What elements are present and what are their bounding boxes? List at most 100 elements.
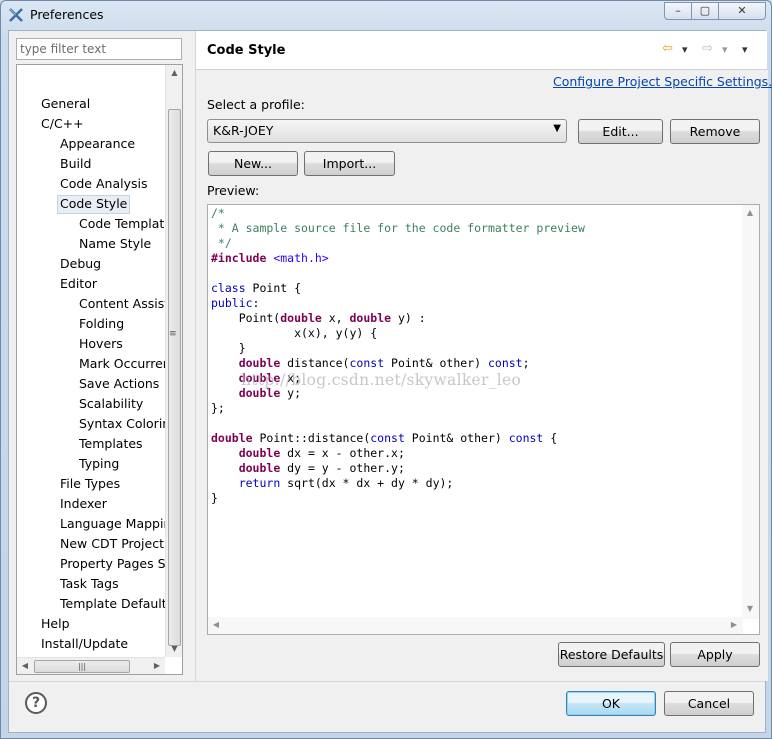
maximize-button[interactable]: ▢	[691, 2, 719, 20]
help-icon[interactable]: ?	[25, 692, 47, 714]
chevron-down-icon: ▼	[553, 123, 561, 134]
preview-label: Preview:	[207, 183, 260, 198]
tree-item[interactable]: General	[41, 95, 90, 114]
code-token: double	[238, 461, 281, 475]
cancel-button[interactable]: Cancel	[664, 691, 754, 716]
scroll-left-icon[interactable]: ◀	[17, 658, 33, 674]
code-token: Point::distance(	[252, 431, 371, 445]
restore-defaults-button[interactable]: Restore Defaults	[558, 642, 665, 667]
back-arrow-icon[interactable]: ⇦	[662, 41, 673, 56]
scroll-down-icon[interactable]: ▼	[166, 641, 182, 657]
forward-menu-icon[interactable]: ▾	[722, 43, 728, 56]
tree-hscroll-thumb[interactable]: |||	[34, 660, 130, 673]
scroll-up-icon[interactable]: ▲	[166, 65, 182, 81]
footer-separator	[9, 681, 765, 682]
tree-horizontal-scrollbar[interactable]: ◀ ||| ▶	[17, 657, 165, 674]
scroll-up-icon[interactable]: ▲	[742, 205, 758, 221]
new-button[interactable]: New...	[208, 151, 298, 176]
scroll-grip-icon: ≡	[169, 329, 177, 339]
tree-items: General C/C++ Appearance Build Code Analysis…	[17, 65, 165, 655]
edit-button[interactable]: Edit...	[578, 119, 663, 144]
tree-item[interactable]: Hovers	[79, 335, 123, 354]
preview-horizontal-scrollbar[interactable]: ◀ ▶	[208, 617, 743, 634]
code-token: class	[211, 281, 246, 295]
tree-vertical-scrollbar[interactable]: ▲ ≡ ▼	[165, 65, 182, 657]
forward-arrow-icon[interactable]: ⇨	[702, 41, 713, 56]
tree-item[interactable]: Save Actions	[79, 375, 159, 394]
scroll-right-icon[interactable]: ▶	[149, 658, 165, 674]
tree-item[interactable]: Debug	[60, 255, 101, 274]
code-token: }	[211, 491, 218, 505]
tree-item[interactable]: Syntax Coloring	[79, 415, 165, 434]
code-token: dx = x - other.x;	[280, 446, 405, 460]
code-token: return	[238, 476, 281, 490]
code-token: :	[252, 296, 260, 310]
code-token: Point& other)	[404, 431, 509, 445]
tree-item[interactable]: Help	[41, 615, 70, 634]
tree-item[interactable]: Build	[60, 155, 91, 174]
scroll-left-icon[interactable]: ◀	[208, 617, 224, 633]
back-menu-icon[interactable]: ▾	[682, 43, 688, 56]
tree-item[interactable]: Code Analysis	[60, 175, 147, 194]
tree-item[interactable]: C/C++	[41, 115, 84, 134]
code-token: Point {	[245, 281, 302, 295]
tree-item[interactable]: Mark Occurrences	[79, 355, 165, 374]
code-token: * A sample source file for the code form…	[211, 221, 585, 235]
remove-button[interactable]: Remove	[670, 119, 760, 144]
apply-button[interactable]: Apply	[670, 642, 760, 667]
code-token: double	[280, 311, 322, 325]
tree-item[interactable]: Code Templates	[79, 215, 165, 234]
close-button[interactable]: ✕	[718, 2, 766, 20]
tree-item[interactable]: Language Mappings	[60, 515, 165, 534]
minimize-button[interactable]: –	[664, 2, 692, 20]
code-token: x(x), y(y) {	[211, 326, 378, 340]
tree-item[interactable]: Install/Update	[41, 635, 128, 654]
tree-item[interactable]: Folding	[79, 315, 124, 334]
scroll-down-icon[interactable]: ▼	[742, 601, 758, 617]
tree-item[interactable]: Content Assist	[79, 295, 165, 314]
tree-scroll-thumb[interactable]	[168, 109, 181, 646]
tree-item[interactable]: New CDT Project Wizard	[60, 535, 165, 554]
tree-item[interactable]: Scalability	[79, 395, 143, 414]
preview-vertical-scrollbar[interactable]: ▲ ▼	[742, 205, 759, 619]
code-token: double	[211, 431, 253, 445]
code-token: const	[349, 356, 385, 370]
tree-item[interactable]: Templates	[79, 435, 143, 454]
profile-select[interactable]: K&R-JOEY ▼	[207, 119, 567, 143]
window-title: Preferences	[30, 7, 104, 22]
eclipse-x-icon	[9, 8, 23, 22]
code-token: double	[238, 356, 281, 370]
code-token: const	[370, 431, 405, 445]
filter-input[interactable]	[16, 38, 182, 60]
tree-item[interactable]: Appearance	[60, 135, 135, 154]
code-preview[interactable]: /* * A sample source file for the code f…	[207, 204, 760, 635]
import-button[interactable]: Import...	[304, 151, 395, 176]
tree-item[interactable]: File Types	[60, 475, 120, 494]
scroll-right-icon[interactable]: ▶	[726, 617, 742, 633]
code-token: }	[211, 341, 246, 355]
tree-item[interactable]: Indexer	[60, 495, 107, 514]
code-token: Point& other)	[384, 356, 488, 370]
tree-item[interactable]: Typing	[79, 455, 119, 474]
code-token: dy = y - other.y;	[280, 461, 405, 475]
tree-item[interactable]: Property Pages Settings	[60, 555, 165, 574]
tree-item[interactable]: Name Style	[79, 235, 151, 254]
configure-project-settings-link[interactable]: Configure Project Specific Settings...	[553, 74, 772, 89]
view-menu-icon[interactable]: ▾	[742, 43, 748, 56]
code-token: x,	[321, 311, 350, 325]
tree-item[interactable]: Template Default Values	[60, 595, 165, 614]
tree-item[interactable]: Editor	[60, 275, 97, 294]
page-title: Code Style	[207, 43, 286, 58]
code-token: */	[211, 236, 232, 250]
tree-item[interactable]: Task Tags	[60, 575, 119, 594]
code-token: double	[349, 311, 392, 325]
code-token: };	[211, 401, 225, 415]
ok-button[interactable]: OK	[566, 691, 656, 716]
code-token: const	[487, 356, 523, 370]
tree-item[interactable]: Code Style	[57, 195, 131, 214]
preference-tree: General C/C++ Appearance Build Code Analysis…	[16, 64, 183, 675]
